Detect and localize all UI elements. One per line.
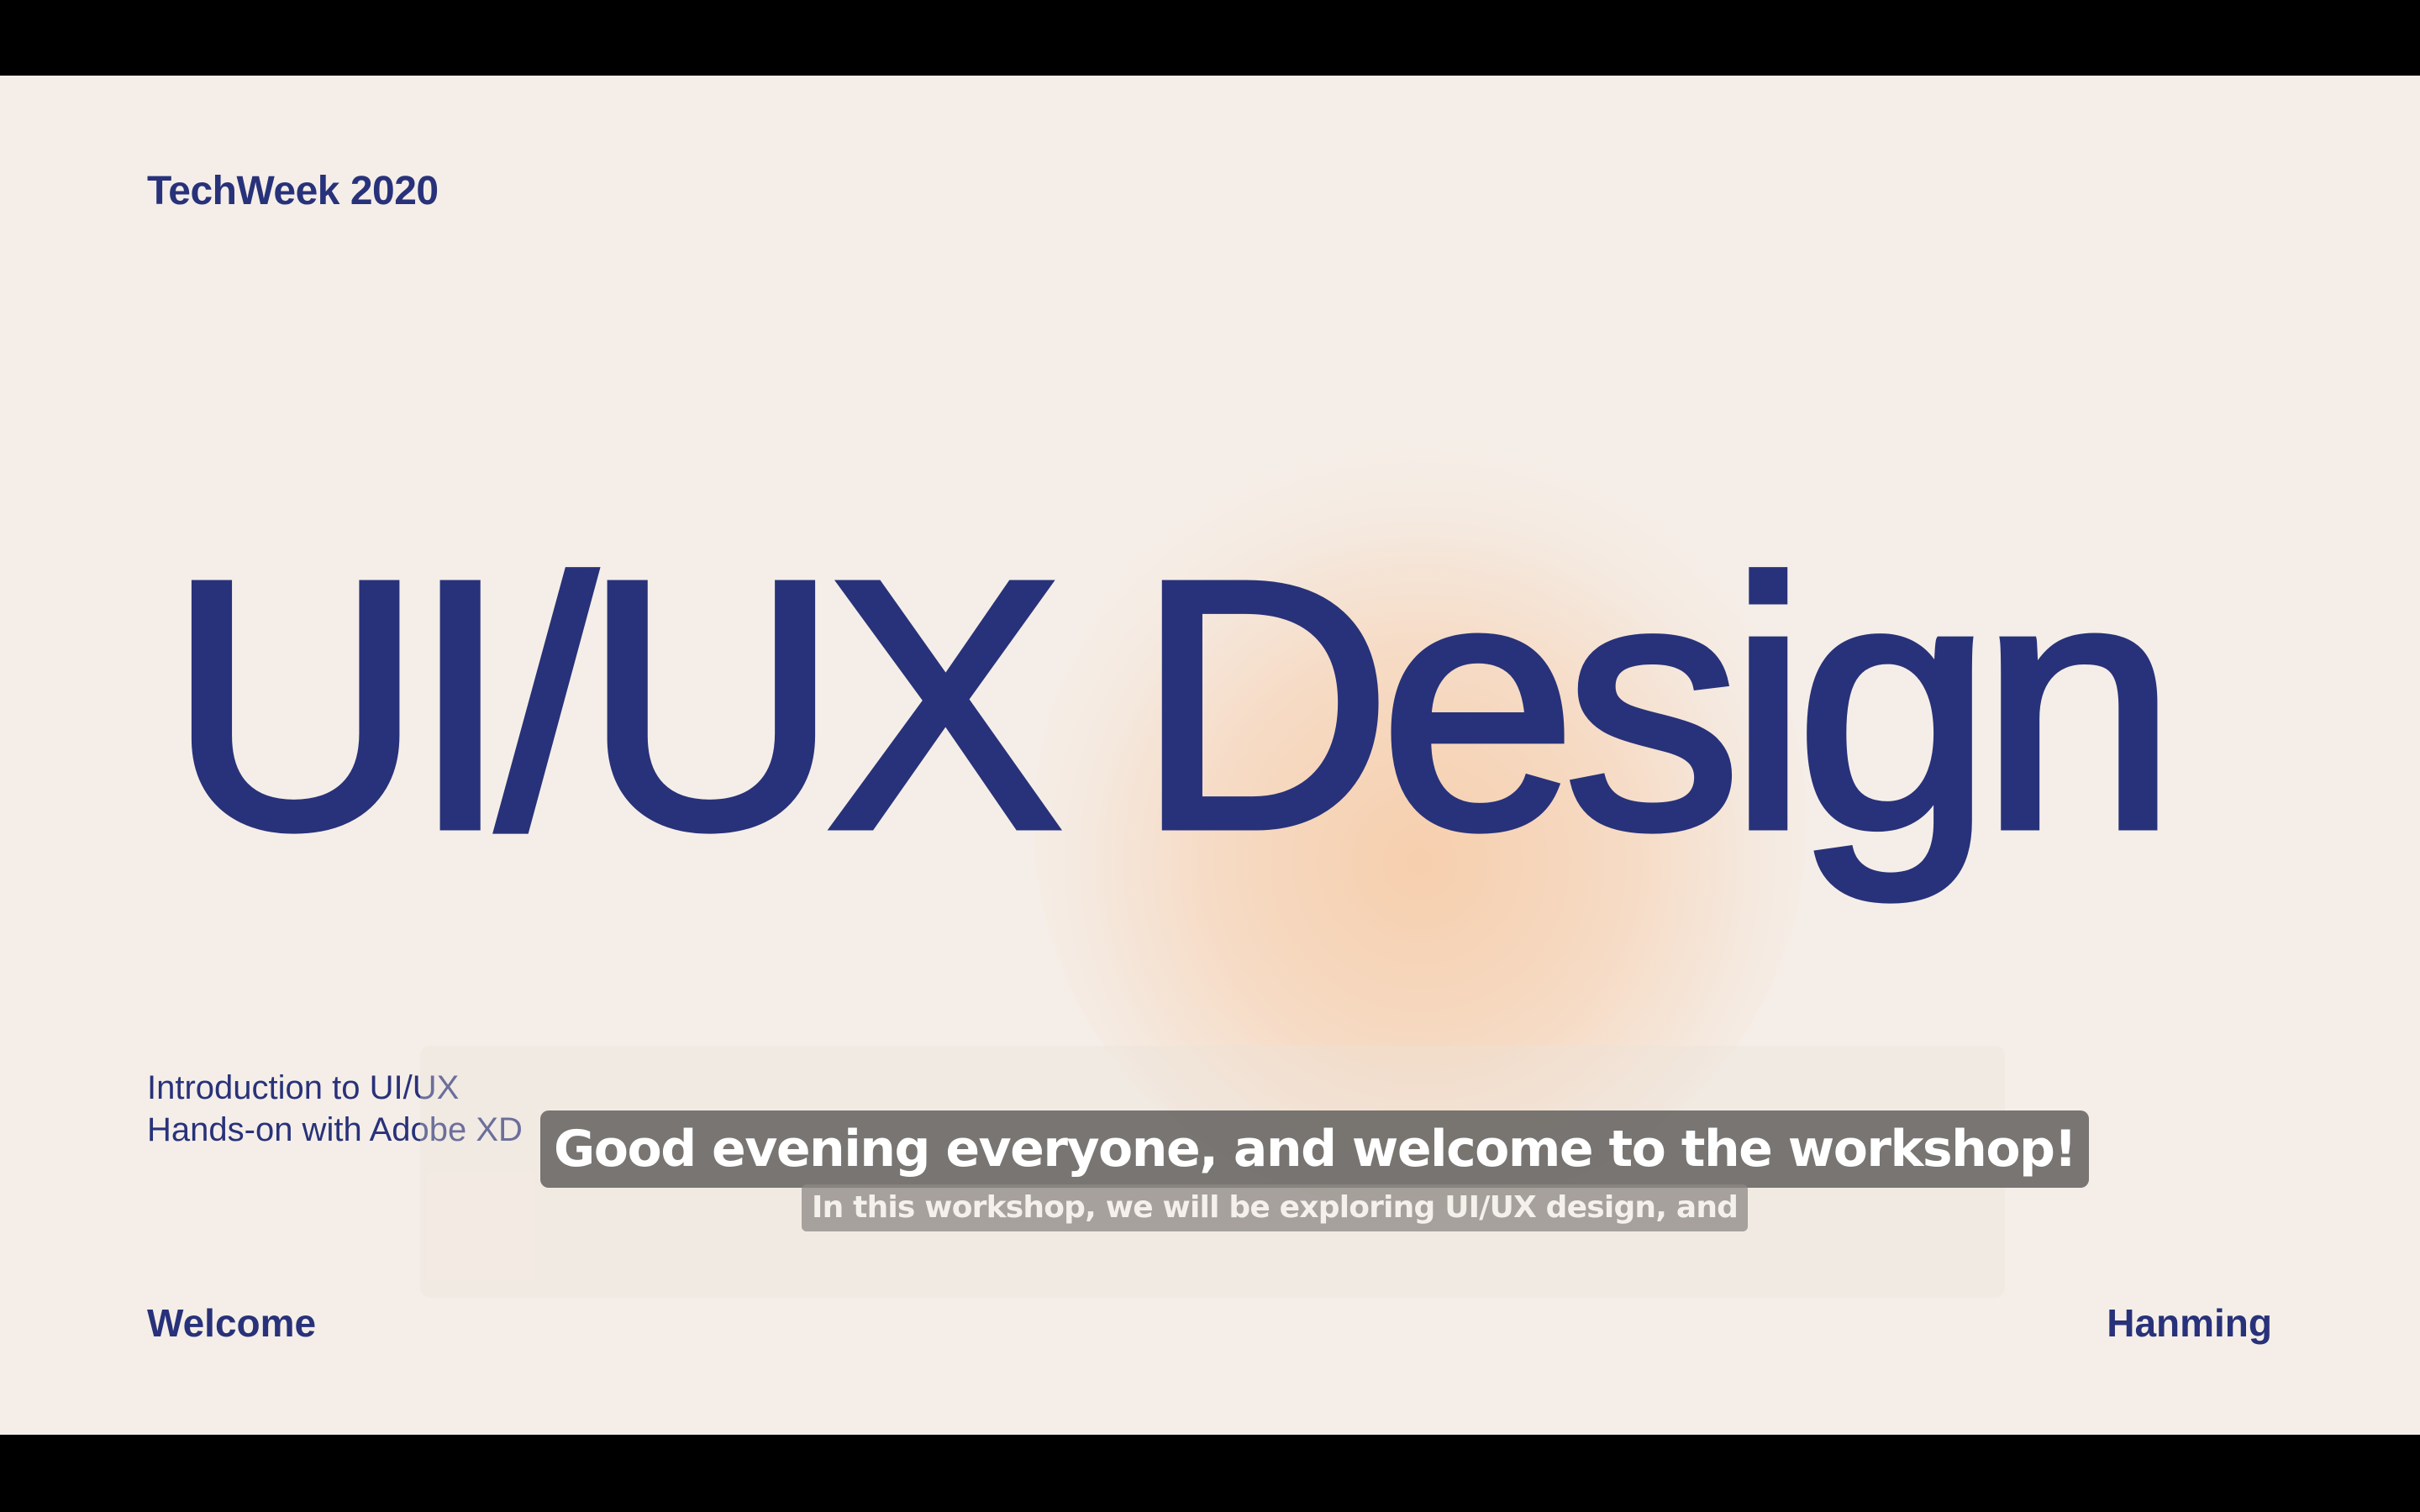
slide-title: UI/UX Design [165,508,2181,902]
caption-line-current: Good evening everyone, and welcome to th… [540,1110,2090,1188]
caption-line-next: In this workshop, we will be exploring U… [802,1184,1749,1231]
letterbox-bottom [0,1435,2420,1512]
letterbox-top [0,0,2420,76]
footer-presenter: Hanming [2107,1301,2272,1345]
footer-welcome: Welcome [147,1301,317,1345]
slide-brand: TechWeek 2020 [147,169,439,213]
